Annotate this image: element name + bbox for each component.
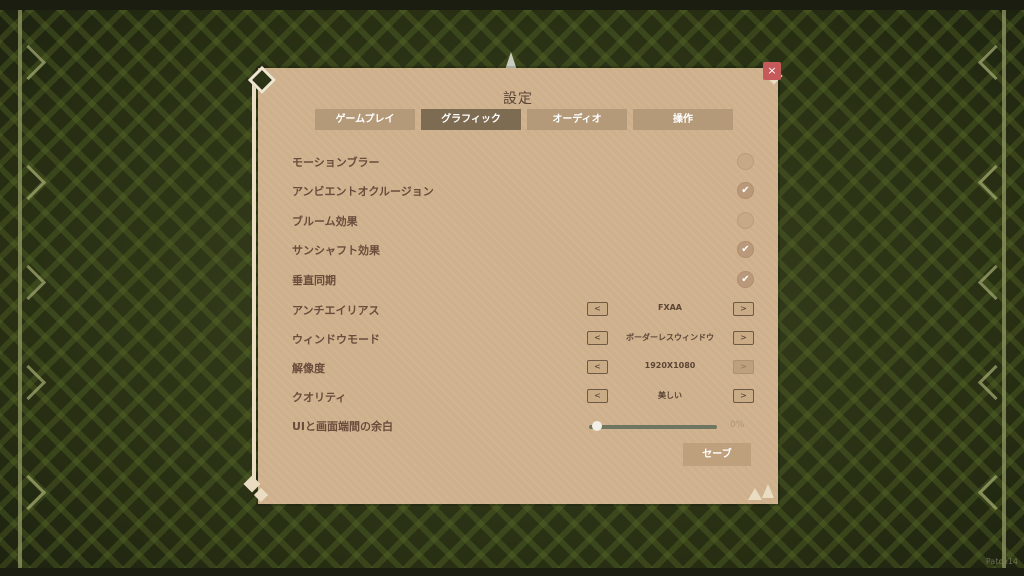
tab-graphics[interactable]: グラフィック [421,109,521,130]
setting-row-ui-margin: UIと画面端間の余白 0% [292,416,754,438]
tab-audio[interactable]: オーディオ [527,109,627,130]
left-ornament-rail [8,10,47,568]
setting-label: UIと画面端間の余白 [292,420,394,433]
vsync-checkbox[interactable]: ✔ [737,271,754,288]
setting-row-window-mode: ウィンドウモード < ボーダーレスウィンドウ > [292,329,754,351]
right-chevron-ornament [977,264,1014,301]
resolution-value: 1920X1080 [644,361,696,370]
dialog-title: 設定 [503,91,533,107]
close-button[interactable]: × [763,62,781,80]
right-chevron-ornament [977,44,1014,81]
right-chevron-ornament [977,474,1014,511]
right-chevron-ornament [977,364,1014,401]
left-chevron-ornament [10,44,47,81]
setting-row-resolution: 解像度 < 1920X1080 > [292,358,754,380]
bloom-checkbox[interactable] [737,212,754,229]
left-chevron-ornament [10,164,47,201]
motion-blur-checkbox[interactable] [737,153,754,170]
setting-row-quality: クオリティ < 美しい > [292,387,754,409]
setting-row-bloom: ブルーム効果 [292,211,754,233]
screen-frame-top [0,0,1024,10]
setting-label: ウィンドウモード [292,333,380,346]
anti-aliasing-prev-button[interactable]: < [587,302,608,316]
setting-label: 垂直同期 [292,274,336,287]
anti-aliasing-value: FXAA [657,303,682,312]
setting-label: アンチエイリアス [292,304,380,317]
setting-row-ambient-occlusion: アンビエントオクルージョン ✔ [292,181,754,203]
setting-row-vsync: 垂直同期 ✔ [292,270,754,292]
panel-corner-spike-ornament [748,488,762,500]
close-icon: × [767,64,777,77]
left-chevron-ornament [10,264,47,301]
tab-gameplay[interactable]: ゲームプレイ [315,109,415,130]
window-mode-prev-button[interactable]: < [587,331,608,345]
screen-frame-bottom [0,568,1024,576]
patch-version-label: Patch14 [985,557,1018,566]
save-button[interactable]: セーブ [683,443,751,466]
setting-label: ブルーム効果 [292,215,358,228]
panel-corner-spike-ornament [762,484,774,498]
window-mode-value: ボーダーレスウィンドウ [626,333,714,342]
quality-value: 美しい [658,391,682,400]
check-icon: ✔ [741,185,750,196]
setting-label: クオリティ [292,391,347,404]
resolution-next-button[interactable]: > [733,360,754,374]
quality-prev-button[interactable]: < [587,389,608,403]
ui-margin-slider-track[interactable] [589,425,717,429]
left-chevron-ornament [10,364,47,401]
ambient-occlusion-checkbox[interactable]: ✔ [737,182,754,199]
tab-controls[interactable]: 操作 [633,109,733,130]
resolution-prev-button[interactable]: < [587,360,608,374]
setting-row-anti-aliasing: アンチエイリアス < FXAA > [292,300,754,322]
sun-shafts-checkbox[interactable]: ✔ [737,241,754,258]
anti-aliasing-next-button[interactable]: > [733,302,754,316]
ui-margin-value: 0% [730,420,745,430]
quality-next-button[interactable]: > [733,389,754,403]
panel-left-border [252,80,256,480]
check-icon: ✔ [741,244,750,255]
setting-row-sun-shafts: サンシャフト効果 ✔ [292,240,754,262]
ui-margin-slider-handle[interactable] [592,421,602,431]
setting-label: モーションブラー [292,156,380,169]
setting-label: 解像度 [292,362,325,375]
right-chevron-ornament [977,164,1014,201]
setting-row-motion-blur: モーションブラー [292,152,754,174]
setting-label: サンシャフト効果 [292,244,380,257]
right-ornament-rail [977,10,1016,568]
check-icon: ✔ [741,274,750,285]
left-chevron-ornament [10,474,47,511]
window-mode-next-button[interactable]: > [733,331,754,345]
setting-label: アンビエントオクルージョン [292,185,434,198]
